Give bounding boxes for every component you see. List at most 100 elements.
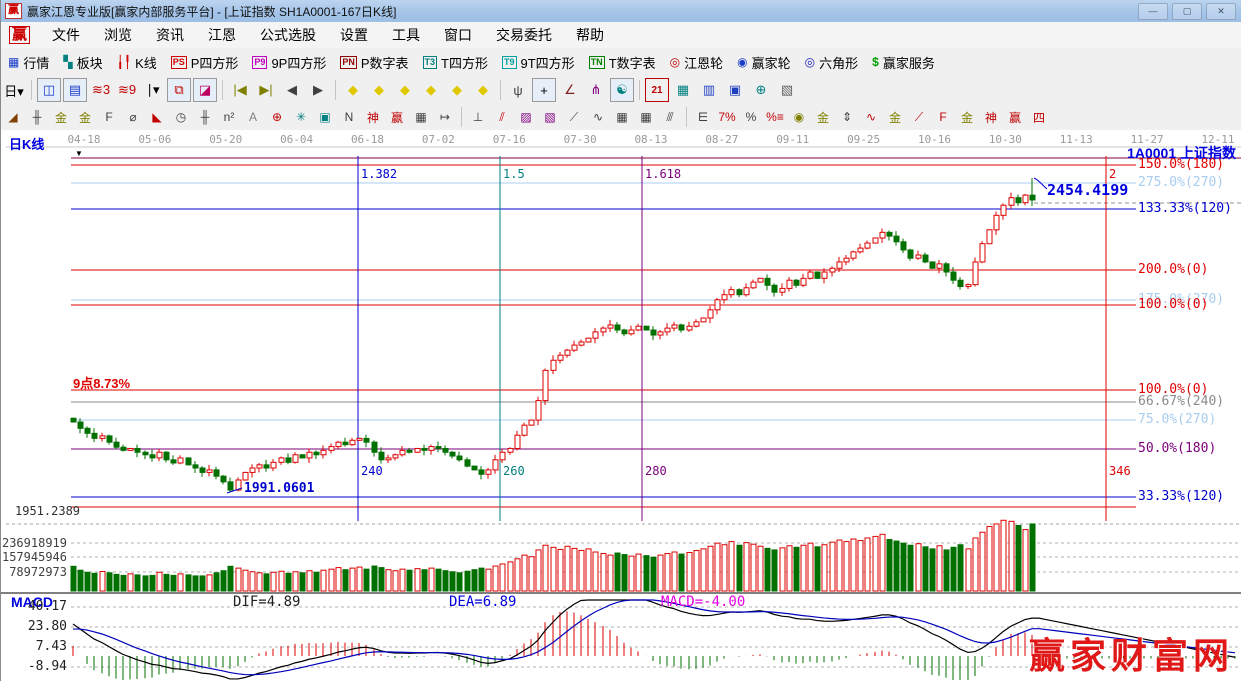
an-wave-icon[interactable]: ∿ [860,106,882,128]
grid-ticks-icon[interactable]: ╫ [26,106,48,128]
four-fan-icon[interactable]: 四 [1028,106,1050,128]
menu-6[interactable]: 工具 [380,25,432,45]
candle-style-icon[interactable]: ∣▾ [141,78,165,102]
j-fan-icon[interactable]: ⟋ [908,106,930,128]
gann-wheel-button[interactable]: ◎ 江恩轮 [663,51,731,74]
shaded-box-2-icon[interactable]: ▧ [539,106,561,128]
shaded-box-1-icon[interactable]: ▨ [515,106,537,128]
pencil-tool-icon[interactable]: ◢ [2,106,24,128]
gold-three-icon[interactable]: 金 [812,106,834,128]
last-bar-icon[interactable]: ▶| [254,78,278,102]
span-arrow-icon[interactable]: ↦ [434,106,456,128]
wave-line-icon[interactable]: ∿ [587,106,609,128]
menu-1[interactable]: 浏览 [92,25,144,45]
9p-square-button[interactable]: P9 9P四方形 [245,51,333,74]
gold-angle-icon[interactable]: 金 [956,106,978,128]
calendar-21-icon[interactable]: 21 [645,78,669,102]
shen-fan-icon[interactable]: 神 [980,106,1002,128]
crosshair-tool-icon[interactable]: + [532,78,556,102]
hexagon-button[interactable]: ◎ 六角形 [798,51,866,74]
trend-line-icon[interactable]: ⟋ [563,106,585,128]
diamond-star-icon[interactable]: ◆ [445,78,469,102]
period-day-icon[interactable]: 日▾ [2,78,26,102]
menu-8[interactable]: 交易委托 [484,25,564,45]
grid-b-icon[interactable]: ▦ [635,106,657,128]
winner-wheel-button[interactable]: ◉ 赢家轮 [730,51,798,74]
t-square-button[interactable]: T3 T四方形 [416,51,495,74]
chart-net-icon[interactable]: ◫ [37,78,61,102]
percent-lines-icon[interactable]: %≡ [764,106,786,128]
kline-button[interactable]: ╽╿ K线 [110,51,164,74]
p-table-button[interactable]: PN P数字表 [333,51,415,74]
box-star-icon[interactable]: ▣ [314,106,336,128]
maximize-button[interactable]: ▢ [1172,3,1202,20]
prev-bar-icon[interactable]: ◀ [280,78,304,102]
brain-tool-icon[interactable]: ☯ [610,78,634,102]
red-pencil-icon[interactable]: ◣ [146,106,168,128]
globe-time-icon[interactable]: ⊕ [749,78,773,102]
winner-service-button[interactable]: $ 赢家服务 [865,51,942,74]
clock-cycle-icon[interactable]: ◷ [170,106,192,128]
bars-3-icon[interactable]: ≋3 [89,78,113,102]
multi-lines-icon[interactable]: ⫻ [659,106,681,128]
menu-4[interactable]: 公式选股 [248,25,328,45]
save-icon[interactable]: ▣ [723,78,747,102]
t-frame-icon[interactable]: ⊥ [467,106,489,128]
diamond-all-icon[interactable]: ◆ [471,78,495,102]
n-mark-icon[interactable]: Ν [338,106,360,128]
p-square-button[interactable]: PS P四方形 [164,51,246,74]
star-burst-icon[interactable]: ✳ [290,106,312,128]
zhang-tool-icon[interactable]: ⧉ [167,78,191,102]
hand-tool-icon[interactable]: ψ [506,78,530,102]
menu-7[interactable]: 窗口 [432,25,484,45]
gold-line-1-icon[interactable]: 金 [50,106,72,128]
ying-fan-icon[interactable]: 赢 [1004,106,1026,128]
quotes-button[interactable]: ▦ 行情 [1,51,56,74]
tick-row-icon[interactable]: ╫ [194,106,216,128]
next-bar-icon[interactable]: ▶ [306,78,330,102]
n-squared-icon[interactable]: n² [218,106,240,128]
menu-5[interactable]: 设置 [328,25,380,45]
gold-circle-icon[interactable]: ◉ [788,106,810,128]
notepad-icon[interactable]: ▥ [697,78,721,102]
grid-a-icon[interactable]: ▦ [611,106,633,128]
minimize-button[interactable]: — [1138,3,1168,20]
t-table-button[interactable]: TN T数字表 [582,51,663,74]
chart-list-icon[interactable]: ▤ [63,78,87,102]
gold-fan-icon[interactable]: 金 [884,106,906,128]
percent-t-icon[interactable]: 7% [716,106,738,128]
angle-tool-icon[interactable]: ∠ [558,78,582,102]
sectors-button[interactable]: ▚ 板块 [56,51,109,74]
gann-vline-ratio: 1.382 [361,167,398,181]
first-bar-icon[interactable]: |◀ [228,78,252,102]
bars-9-icon[interactable]: ≋9 [115,78,139,102]
f-fan-icon[interactable]: F [932,106,954,128]
fan-lines-icon[interactable]: ⫽ [491,106,513,128]
histogram-tool-icon[interactable]: ◪ [193,78,217,102]
f-line-icon[interactable]: F [98,106,120,128]
circle-cross-icon[interactable]: ⊕ [266,106,288,128]
grid-123-icon[interactable]: ▦ [410,106,432,128]
ying-tool-icon[interactable]: 赢 [386,106,408,128]
diamond-cross-icon[interactable]: ◆ [419,78,443,102]
calculator-icon[interactable]: ▦ [671,78,695,102]
step-scale-icon[interactable]: ⋿ [692,106,714,128]
diamond-h-icon[interactable]: ◆ [393,78,417,102]
diamond-left-icon[interactable]: ◆ [341,78,365,102]
menu-0[interactable]: 文件 [40,25,92,45]
updown-icon[interactable]: ⇕ [836,106,858,128]
percent-icon[interactable]: % [740,106,762,128]
diamond-right-icon[interactable]: ◆ [367,78,391,102]
close-button[interactable]: ✕ [1206,3,1236,20]
gold-line-2-icon[interactable]: 金 [74,106,96,128]
a-channel-icon[interactable]: A [242,106,264,128]
menu-9[interactable]: 帮助 [564,25,616,45]
shen-tool-icon[interactable]: 神 [362,106,384,128]
candle-body [678,324,685,331]
remote-pc-icon[interactable]: ▧ [775,78,799,102]
menu-2[interactable]: 资讯 [144,25,196,45]
gann-grid-tool-icon[interactable]: ⋔ [584,78,608,102]
menu-3[interactable]: 江恩 [196,25,248,45]
9t-square-button[interactable]: T9 9T四方形 [495,51,582,74]
spiral-icon[interactable]: ⌀ [122,106,144,128]
